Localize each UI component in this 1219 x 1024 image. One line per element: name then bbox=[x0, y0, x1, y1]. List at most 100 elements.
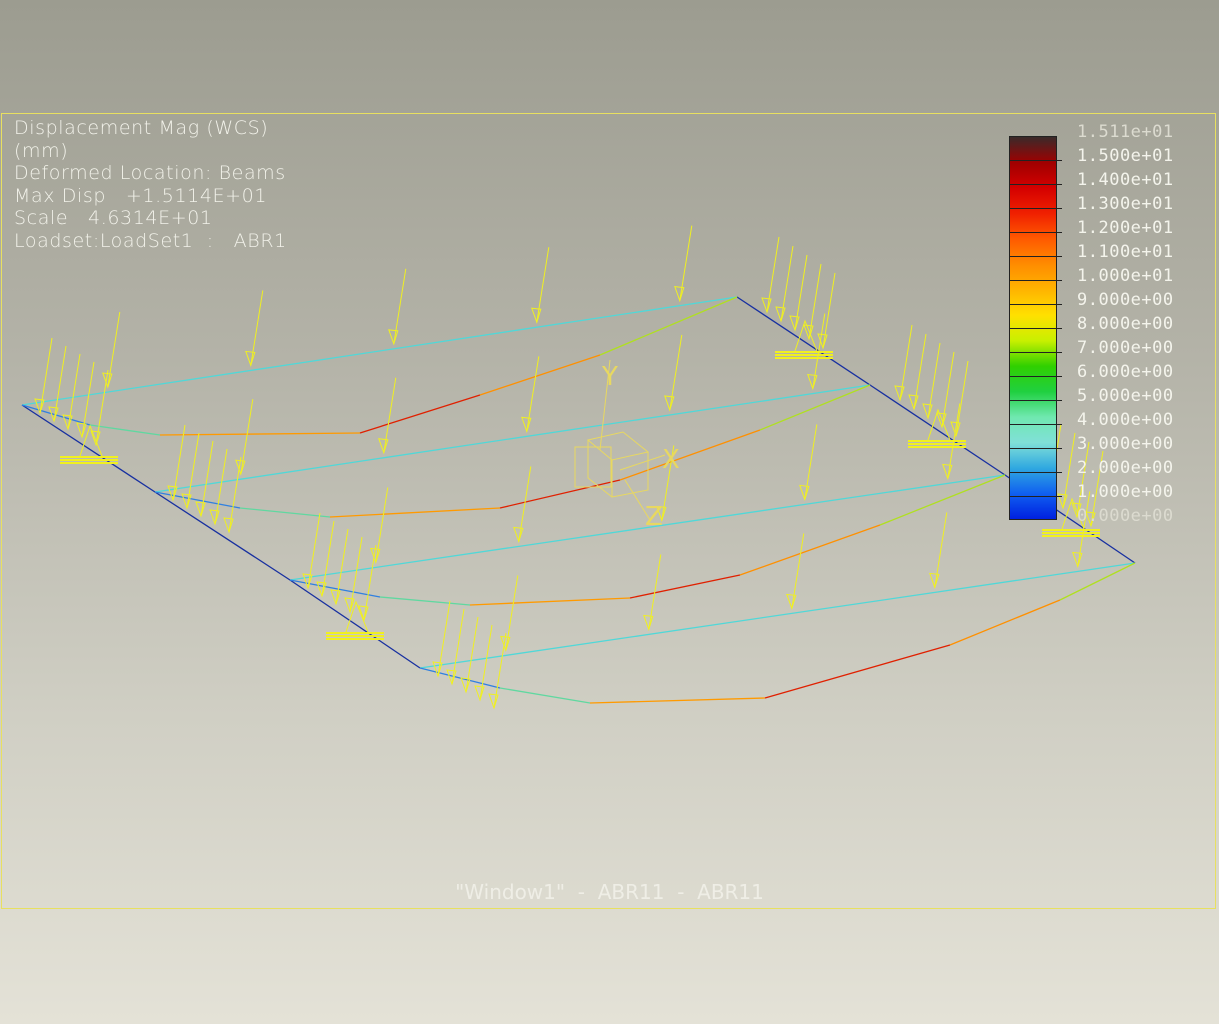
load-arrowhead bbox=[209, 509, 220, 526]
legend-tick bbox=[1010, 328, 1062, 329]
deformed-beam-segment bbox=[239, 507, 331, 518]
legend-label: 3.000e+00 bbox=[1077, 434, 1174, 454]
legend-tick bbox=[1010, 160, 1062, 161]
support-symbol bbox=[326, 635, 384, 637]
load-arrow bbox=[518, 466, 532, 542]
load-arrow bbox=[1062, 432, 1076, 509]
load-arrowhead bbox=[894, 385, 905, 402]
load-arrow bbox=[493, 632, 507, 709]
load-arrowhead bbox=[674, 286, 685, 303]
legend-tick bbox=[1010, 472, 1062, 473]
load-arrowhead bbox=[330, 589, 341, 606]
load-arrowhead bbox=[761, 297, 772, 314]
legend-tick bbox=[1010, 400, 1062, 401]
load-arrow bbox=[375, 487, 389, 563]
load-arrow bbox=[679, 225, 693, 301]
legend-label: 1.000e+01 bbox=[1077, 266, 1174, 286]
load-arrowhead bbox=[302, 573, 313, 590]
undeformed-beam bbox=[154, 384, 871, 493]
load-arrow bbox=[791, 533, 805, 609]
legend-label: 7.000e+00 bbox=[1077, 338, 1174, 358]
result-info: Displacement Mag (WCS) (mm) Deformed Loc… bbox=[14, 117, 287, 252]
legend-tick bbox=[1010, 256, 1062, 257]
legend-label: 2.000e+00 bbox=[1077, 458, 1174, 478]
support-symbol bbox=[908, 443, 966, 445]
load-arrow bbox=[804, 424, 818, 500]
load-arrowhead bbox=[474, 685, 485, 702]
load-arrow bbox=[451, 608, 465, 685]
triad-y-label: Y bbox=[601, 362, 618, 392]
load-arrow bbox=[780, 245, 794, 322]
color-legend-bar bbox=[1009, 136, 1062, 520]
load-arrow bbox=[955, 360, 969, 437]
load-arrowhead bbox=[167, 485, 178, 502]
load-arrow bbox=[53, 345, 67, 422]
legend-tick bbox=[1010, 232, 1062, 233]
load-arrowhead bbox=[1072, 551, 1083, 568]
undeformed-beam bbox=[419, 562, 1136, 669]
load-arrow bbox=[393, 268, 407, 344]
triad-box bbox=[574, 446, 612, 488]
load-arrow bbox=[479, 624, 493, 701]
load-arrowhead bbox=[789, 315, 800, 332]
deformed-beam-segment bbox=[739, 524, 881, 576]
load-arrow bbox=[808, 263, 822, 340]
legend-label: 1.500e+01 bbox=[1077, 146, 1174, 166]
deformed-beam-segment bbox=[419, 667, 501, 689]
load-arrowhead bbox=[513, 526, 524, 543]
load-arrowhead bbox=[775, 306, 786, 323]
load-arrow bbox=[766, 236, 780, 313]
deformed-beam-segment bbox=[329, 507, 501, 518]
load-arrowhead bbox=[316, 581, 327, 598]
load-arrowhead bbox=[807, 373, 818, 391]
support-symbol bbox=[908, 446, 966, 448]
deformation-scale: Scale 4.6314E+01 bbox=[14, 207, 213, 229]
load-arrowhead bbox=[643, 614, 654, 631]
load-arrow bbox=[927, 342, 941, 419]
load-arrow bbox=[899, 324, 913, 401]
legend-tick bbox=[1010, 208, 1062, 209]
support-symbol bbox=[908, 440, 966, 442]
max-displacement: Max Disp +1.5114E+01 bbox=[14, 184, 268, 207]
load-arrow bbox=[934, 512, 948, 588]
load-arrow bbox=[335, 528, 349, 605]
support-symbol bbox=[775, 354, 833, 356]
result-units: (mm) bbox=[14, 139, 69, 162]
deformed-beam-segment bbox=[499, 687, 591, 704]
triad-z-label: Z bbox=[645, 502, 663, 532]
deformed-beam-segment bbox=[879, 474, 1006, 526]
legend-label: 1.200e+01 bbox=[1077, 218, 1174, 238]
load-arrowhead bbox=[76, 422, 87, 439]
legend-tick bbox=[1010, 424, 1062, 425]
support-symbol bbox=[60, 456, 118, 458]
load-arrow bbox=[536, 247, 550, 323]
load-arrowhead bbox=[929, 572, 940, 589]
load-arrowhead bbox=[942, 463, 953, 480]
load-arrowhead bbox=[908, 394, 919, 411]
legend-tick bbox=[1010, 304, 1062, 305]
load-arrow bbox=[669, 334, 683, 411]
legend-label: 1.400e+01 bbox=[1077, 170, 1174, 190]
legend-label: 4.000e+00 bbox=[1077, 410, 1174, 430]
result-quantity: Displacement Mag (WCS) bbox=[14, 117, 269, 139]
load-arrowhead bbox=[378, 438, 389, 455]
load-arrow bbox=[941, 351, 955, 428]
load-arrow bbox=[383, 377, 397, 453]
load-arrowhead bbox=[388, 329, 399, 346]
support-symbol bbox=[60, 462, 118, 464]
deformed-beam-segment bbox=[359, 394, 481, 434]
load-arrow bbox=[794, 254, 808, 331]
load-arrow bbox=[107, 311, 121, 388]
legend-tick bbox=[1010, 448, 1062, 449]
loadset: Loadset:LoadSet1 : ABR1 bbox=[14, 229, 287, 252]
load-arrow bbox=[214, 448, 228, 525]
legend-label: 1.300e+01 bbox=[1077, 194, 1174, 214]
load-arrow bbox=[250, 290, 264, 366]
deformed-beam-segment bbox=[759, 384, 871, 431]
deformed-beam-segment bbox=[499, 479, 621, 509]
load-arrowhead bbox=[799, 484, 810, 501]
deformed-beam-segment bbox=[589, 697, 766, 704]
left-edge bbox=[21, 404, 421, 669]
deformed-beam-segment bbox=[469, 597, 631, 606]
legend-tick bbox=[1010, 184, 1062, 185]
